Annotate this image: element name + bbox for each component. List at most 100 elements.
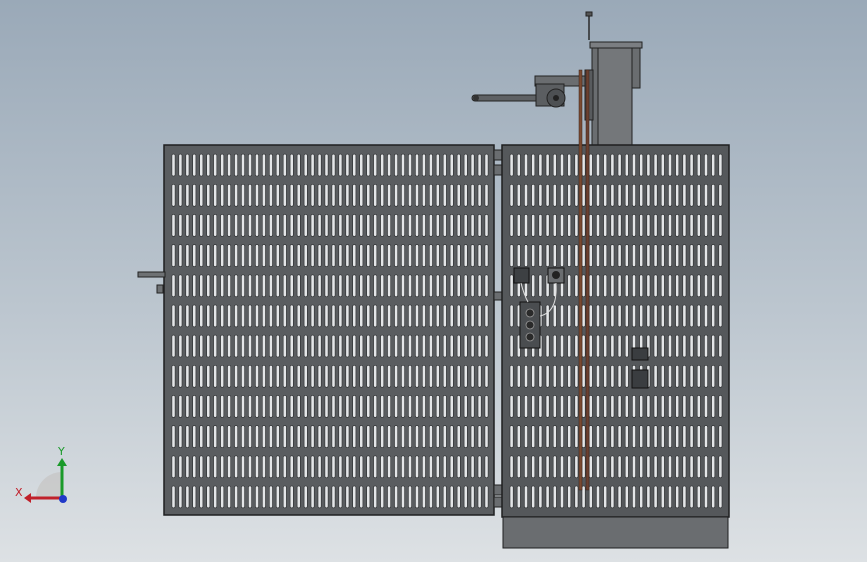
panel-slot	[689, 395, 694, 418]
panel-slot	[442, 153, 447, 177]
panel-slot	[567, 214, 572, 237]
panel-slot	[213, 153, 218, 177]
panel-slot	[456, 274, 461, 298]
panel-slot	[463, 274, 468, 298]
panel-slot	[206, 244, 211, 267]
panel-slot	[387, 153, 392, 177]
hinge-top	[493, 149, 503, 161]
control-button-2[interactable]	[525, 320, 535, 330]
panel-slot	[213, 244, 218, 267]
panel-slot	[220, 304, 225, 328]
panel-slot	[574, 364, 579, 388]
panel-slot	[373, 425, 378, 448]
panel-slot	[682, 274, 687, 298]
model-view[interactable]: Y X	[0, 0, 867, 562]
panel-slot	[574, 304, 579, 328]
panel-slot	[241, 244, 245, 267]
panel-slot	[545, 184, 550, 207]
panel-slot	[415, 334, 419, 358]
panel-slot	[352, 364, 357, 388]
panel-slot	[303, 184, 308, 207]
panel-slot	[401, 153, 405, 177]
sensor-box-left[interactable]	[513, 267, 530, 284]
latch-handle[interactable]	[137, 271, 166, 278]
panel-slot	[531, 184, 536, 207]
panel-slot	[509, 395, 514, 418]
panel-slot	[261, 304, 266, 328]
panel-slot	[477, 304, 482, 328]
panel-slot	[324, 274, 329, 298]
panel-slot	[241, 304, 245, 328]
panel-slot	[338, 455, 343, 479]
panel-slot	[456, 153, 461, 177]
hinge-bottom-2	[493, 496, 503, 508]
panel-slot	[185, 364, 190, 388]
panel-slot	[660, 153, 665, 177]
panel-slot	[192, 184, 197, 207]
panel-slot	[632, 304, 636, 328]
panel-slot	[442, 304, 447, 328]
panel-slot	[366, 455, 371, 479]
panel-slot	[509, 304, 514, 328]
panel-slot	[387, 304, 392, 328]
gate-post[interactable]	[585, 11, 643, 149]
vertical-rod[interactable]	[578, 69, 583, 491]
panel-slot	[241, 425, 245, 448]
panel-slot	[310, 184, 315, 207]
left-gate-panel[interactable]	[137, 144, 495, 516]
panel-slot	[682, 244, 687, 267]
panel-slot	[275, 485, 280, 509]
panel-slot	[421, 184, 426, 207]
panel-slot	[668, 244, 672, 267]
panel-slot	[435, 485, 440, 509]
panel-slot	[560, 364, 564, 388]
panel-slot	[324, 304, 329, 328]
panel-slot	[624, 214, 629, 237]
panel-slot	[352, 244, 357, 267]
panel-slot	[610, 395, 615, 418]
panel-slot	[185, 395, 190, 418]
panel-slot	[509, 425, 514, 448]
panel-slot	[675, 485, 680, 509]
panel-slot	[178, 425, 183, 448]
panel-slot	[185, 425, 190, 448]
panel-slot	[206, 214, 211, 237]
panel-slot	[639, 153, 644, 177]
panel-slot	[484, 455, 489, 479]
panel-slot	[560, 214, 564, 237]
panel-slot	[470, 153, 475, 177]
panel-slot	[394, 395, 399, 418]
panel-slot	[387, 485, 392, 509]
panel-slot	[456, 455, 461, 479]
panel-slot	[255, 425, 259, 448]
graphics-viewport[interactable]: Y X	[0, 0, 867, 562]
panel-slot	[366, 395, 371, 418]
panel-slot	[668, 334, 672, 358]
panel-slot	[227, 425, 232, 448]
panel-slot	[435, 244, 440, 267]
panel-slot	[567, 485, 572, 509]
panel-slot	[567, 334, 572, 358]
panel-slot	[310, 244, 315, 267]
panel-slot	[171, 184, 176, 207]
panel-slot	[524, 455, 528, 479]
panel-slot	[171, 153, 176, 177]
panel-slot	[588, 425, 593, 448]
control-button-1[interactable]	[525, 308, 535, 318]
panel-slot	[682, 153, 687, 177]
panel-slot	[632, 455, 636, 479]
panel-slot	[711, 334, 716, 358]
panel-slot	[653, 214, 658, 237]
panel-slot	[192, 395, 197, 418]
panel-slot	[387, 244, 392, 267]
operator-arm[interactable]	[471, 69, 594, 121]
panel-slot	[689, 485, 694, 509]
panel-slot	[560, 455, 564, 479]
panel-slot	[310, 304, 315, 328]
panel-slot	[470, 455, 475, 479]
panel-slot	[603, 485, 608, 509]
panel-slot	[289, 395, 294, 418]
panel-slot	[552, 244, 557, 267]
panel-slot	[220, 485, 225, 509]
control-button-3[interactable]	[525, 332, 535, 342]
